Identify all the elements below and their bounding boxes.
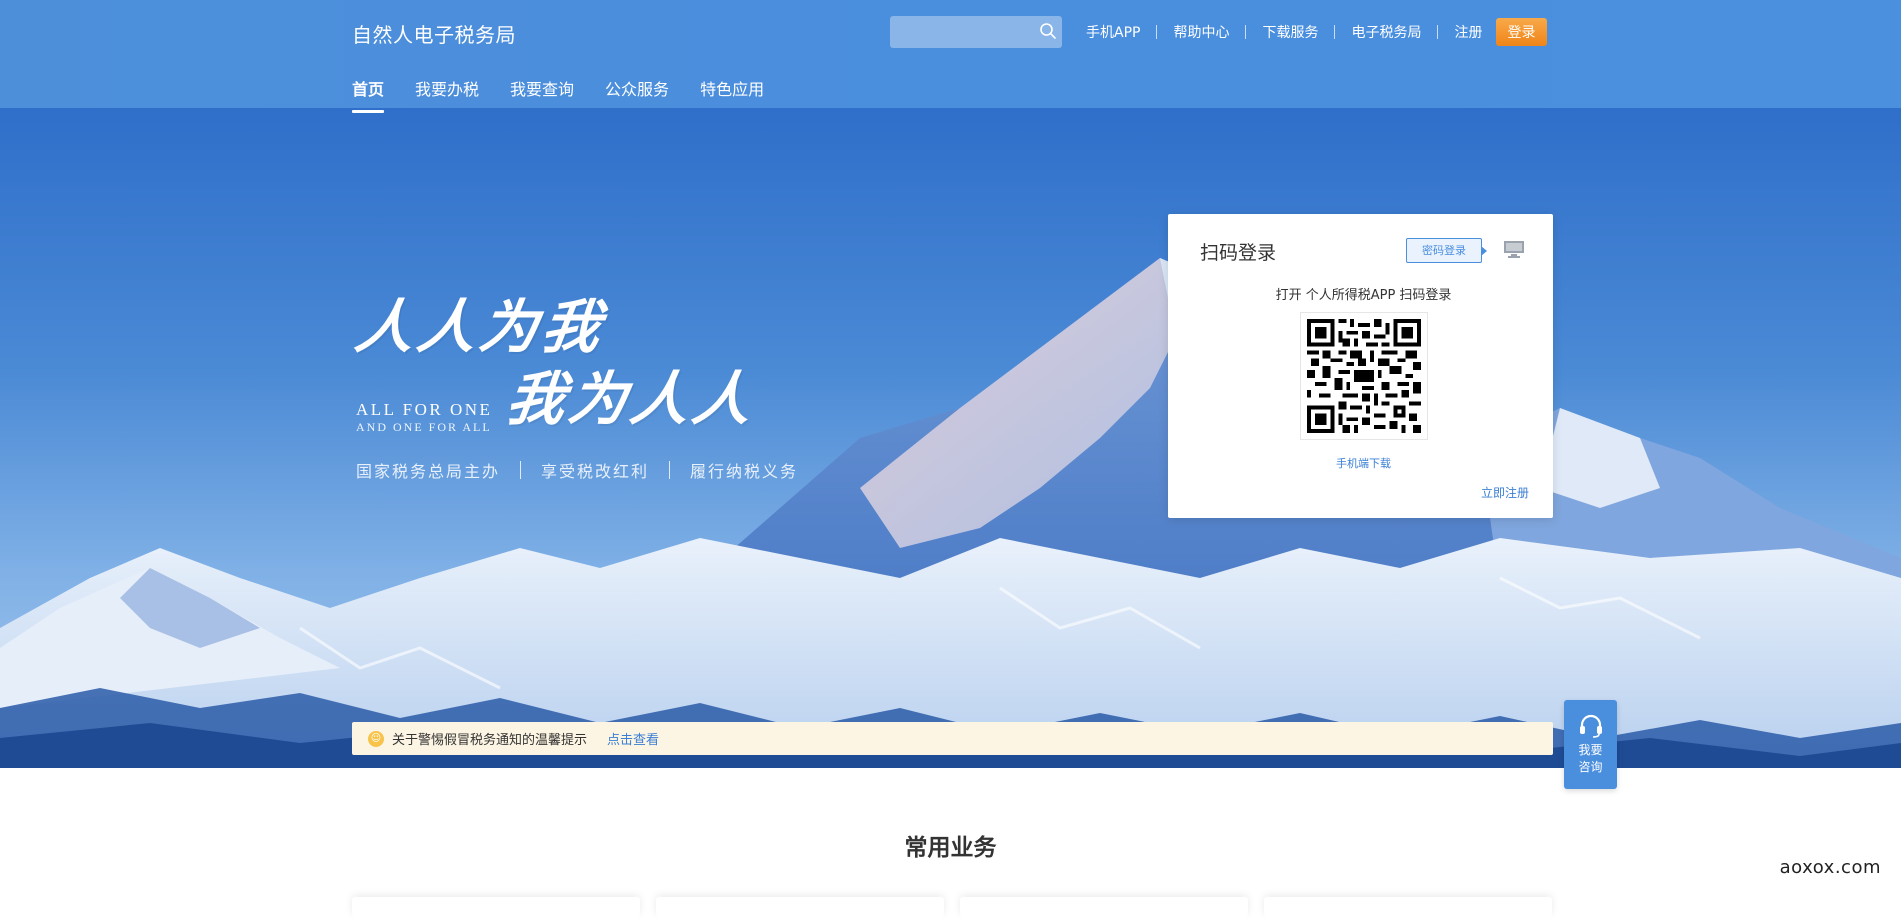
link-e-tax-bureau[interactable]: 电子税务局 xyxy=(1335,22,1437,42)
link-mobile-app[interactable]: 手机APP xyxy=(1070,22,1156,42)
notice-bar: ☺ 关于警惕假冒税务通知的温馨提示 点击查看 xyxy=(352,722,1553,755)
nav-handle-tax[interactable]: 我要办税 xyxy=(415,76,479,112)
notice-view-link[interactable]: 点击查看 xyxy=(607,729,659,748)
login-button[interactable]: 登录 xyxy=(1496,18,1547,46)
computer-icon[interactable] xyxy=(1500,238,1528,262)
slogan-sub-2: 享受税改红利 xyxy=(541,462,650,481)
slogan-subtitle: 国家税务总局主办 享受税改红利 履行纳税义务 xyxy=(356,458,798,482)
slogan-english-1: ALL FOR ONE xyxy=(356,400,493,419)
slogan-english-2: AND ONE FOR ALL xyxy=(356,420,492,434)
service-tile[interactable] xyxy=(1264,897,1552,917)
nav-featured-apps[interactable]: 特色应用 xyxy=(700,76,764,112)
mobile-download-link[interactable]: 手机端下载 xyxy=(1168,455,1553,471)
slogan-sub-3: 履行纳税义务 xyxy=(690,462,799,481)
card-title: 扫码登录 xyxy=(1200,242,1277,264)
register-now-link[interactable]: 立即注册 xyxy=(1481,484,1529,501)
search-icon[interactable] xyxy=(1039,22,1057,40)
smile-icon: ☺ xyxy=(368,730,384,747)
consult-button[interactable]: 我要咨询 xyxy=(1564,700,1617,789)
link-help-center[interactable]: 帮助中心 xyxy=(1157,22,1245,42)
site-brand[interactable]: 自然人电子税务局 xyxy=(352,19,516,48)
service-tiles xyxy=(352,897,1553,917)
password-login-tab[interactable]: 密码登录 xyxy=(1406,238,1487,263)
headset-icon xyxy=(1579,714,1602,738)
consult-label: 我要咨询 xyxy=(1578,743,1603,774)
link-register[interactable]: 注册 xyxy=(1438,22,1498,42)
service-tile[interactable] xyxy=(656,897,944,917)
divider xyxy=(669,461,671,479)
qr-code xyxy=(1307,319,1421,433)
watermark: aoxox.com xyxy=(1779,857,1881,878)
service-tile[interactable] xyxy=(960,897,1248,917)
slogan-line-2: 我为人人 xyxy=(502,365,760,433)
nav-query[interactable]: 我要查询 xyxy=(510,76,574,112)
nav-public-service[interactable]: 公众服务 xyxy=(605,76,669,112)
qr-code-frame xyxy=(1300,312,1428,440)
slogan-line-1: 人人为我 xyxy=(351,293,609,361)
divider xyxy=(520,461,522,479)
qr-login-card: 扫码登录 密码登录 打开 个人所得税APP 扫码登录 手机端下载 立即注册 xyxy=(1168,214,1553,518)
scan-hint: 打开 个人所得税APP 扫码登录 xyxy=(1275,288,1452,303)
search-input[interactable] xyxy=(890,16,1062,48)
main-nav: 首页 我要办税 我要查询 公众服务 特色应用 xyxy=(352,76,795,113)
nav-home[interactable]: 首页 xyxy=(352,76,385,113)
notice-text: 关于警惕假冒税务通知的温馨提示 xyxy=(392,733,588,748)
section-title: 常用业务 xyxy=(904,835,997,861)
service-tile[interactable] xyxy=(352,897,640,917)
top-header: 自然人电子税务局 手机APP 帮助中心 下载服务 电子税务局 注册 登录 首页 … xyxy=(0,0,1901,113)
slogan-sub-1: 国家税务总局主办 xyxy=(356,462,501,481)
mountain-background xyxy=(0,258,1901,768)
hero-banner: 人人为我 ALL FOR ONE AND ONE FOR ALL 我为人人 国家… xyxy=(0,108,1901,768)
top-links: 手机APP 帮助中心 下载服务 电子税务局 注册 xyxy=(1070,21,1498,43)
link-download-service[interactable]: 下载服务 xyxy=(1246,22,1334,42)
